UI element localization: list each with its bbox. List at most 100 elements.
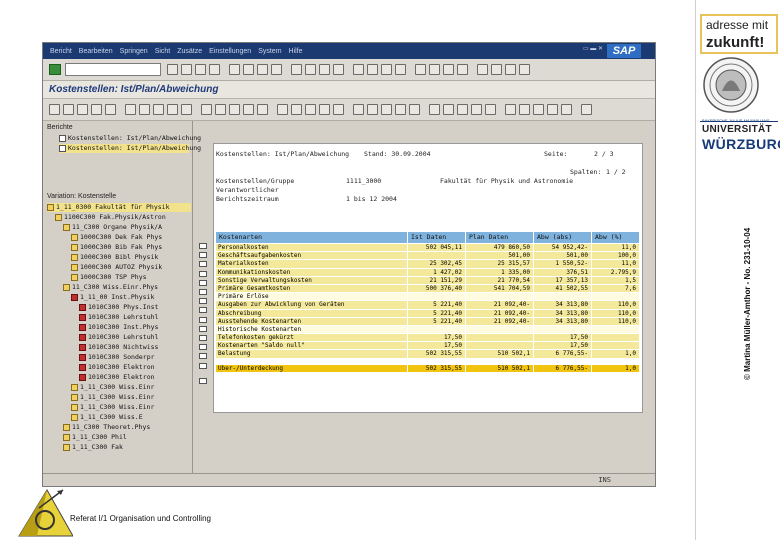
toolbar-icon[interactable] bbox=[457, 64, 468, 75]
tree-node[interactable]: 1010C300 Elektron bbox=[79, 373, 191, 382]
report-item-selected[interactable]: Kostenstellen: Ist/Plan/Abweichung bbox=[59, 144, 201, 153]
report-item[interactable]: Kostenstellen: Ist/Plan/Abweichung bbox=[59, 134, 201, 143]
window-controls[interactable]: ▭ ▬ ✕ bbox=[583, 45, 603, 52]
toolbar-icon[interactable] bbox=[409, 104, 420, 115]
toolbar-icon[interactable] bbox=[181, 64, 192, 75]
row-expand-icon[interactable] bbox=[199, 289, 207, 295]
tree-node[interactable]: 1000C300 AUTOZ Physik bbox=[71, 263, 191, 272]
toolbar-icon[interactable] bbox=[229, 64, 240, 75]
menu-item[interactable]: Springen bbox=[120, 48, 148, 55]
toolbar-icon[interactable] bbox=[139, 104, 150, 115]
row-expand-icon[interactable] bbox=[199, 279, 207, 286]
column-header[interactable]: Abw (%) bbox=[592, 232, 640, 243]
column-header[interactable]: Kostenarten bbox=[216, 232, 408, 243]
toolbar-icon[interactable] bbox=[353, 64, 364, 75]
toolbar-icon[interactable] bbox=[243, 104, 254, 115]
tree-node[interactable]: 1_11_C300 Phil bbox=[63, 433, 191, 442]
toolbar-icon[interactable] bbox=[291, 104, 302, 115]
tree-node[interactable]: 1010C300 Nichtwiss bbox=[79, 343, 191, 352]
toolbar-icon[interactable] bbox=[457, 104, 468, 115]
toolbar-icon[interactable] bbox=[209, 64, 220, 75]
table-row[interactable]: Geschäftsaufgabenkosten 501,00 501,00 100,0 bbox=[216, 252, 640, 261]
menu-item[interactable]: Sicht bbox=[155, 48, 171, 55]
toolbar-icon[interactable] bbox=[415, 64, 426, 75]
toolbar-icon[interactable] bbox=[547, 104, 558, 115]
toolbar-icon[interactable] bbox=[201, 104, 212, 115]
toolbar-icon[interactable] bbox=[305, 104, 316, 115]
toolbar-icon[interactable] bbox=[429, 104, 440, 115]
toolbar-icon[interactable] bbox=[257, 104, 268, 115]
row-expand-icon[interactable] bbox=[199, 243, 207, 249]
command-field[interactable] bbox=[65, 63, 161, 76]
toolbar-icon[interactable] bbox=[215, 104, 226, 115]
table-row[interactable]: Über-/Unterdeckung 502 315,55 510 502,1 6 7… bbox=[216, 364, 640, 373]
toolbar-icon[interactable] bbox=[505, 64, 516, 75]
table-row[interactable]: Ausgaben zur Abwicklung von Geräten 5 221… bbox=[216, 301, 640, 310]
row-expand-icon[interactable] bbox=[199, 362, 207, 369]
row-expand-icon[interactable] bbox=[199, 344, 207, 351]
toolbar-icon[interactable] bbox=[519, 104, 530, 115]
tree-node[interactable]: 1_11_00 Inst.Physik bbox=[71, 293, 191, 302]
toolbar-icon[interactable] bbox=[229, 104, 240, 115]
row-expand-icon[interactable] bbox=[199, 377, 207, 384]
toolbar-icon[interactable] bbox=[105, 104, 116, 115]
tree-node[interactable]: 1000C300 Bibl Physik bbox=[71, 253, 191, 262]
table-row[interactable]: Telefonkosten gekürzt 17,50 17,50 bbox=[216, 334, 640, 343]
tree-node[interactable]: 1_11_C300 Wiss.Einr bbox=[71, 383, 191, 392]
menu-item[interactable]: Einstellungen bbox=[209, 48, 251, 55]
table-row[interactable]: Primäre Erlöse bbox=[216, 293, 640, 302]
tree-node[interactable]: 1_11_C300 Fak bbox=[63, 443, 191, 452]
tree-node[interactable]: 1_11_C300 Wiss.Einr bbox=[71, 403, 191, 412]
toolbar-icon[interactable] bbox=[505, 104, 516, 115]
table-row[interactable]: Historische Kostenarten bbox=[216, 325, 640, 335]
toolbar-icon[interactable] bbox=[333, 104, 344, 115]
tree-node[interactable]: 1_11_0300 Fakultät für Physik bbox=[47, 203, 191, 212]
toolbar-icon[interactable] bbox=[429, 64, 440, 75]
toolbar-icon[interactable] bbox=[561, 104, 572, 115]
toolbar-icon[interactable] bbox=[519, 64, 530, 75]
tree-node[interactable]: 11_C300 Organe Physik/A bbox=[63, 223, 191, 232]
table-row[interactable]: Materialkosten 25 302,45 25 315,57 1 550,52… bbox=[216, 260, 640, 269]
menu-item[interactable]: Bericht bbox=[50, 48, 72, 55]
menu-item[interactable]: Bearbeiten bbox=[79, 48, 113, 55]
row-expand-icon[interactable] bbox=[199, 270, 207, 277]
tree-node[interactable]: 1010C300 Phys.Inst bbox=[79, 303, 191, 312]
toolbar-icon[interactable] bbox=[491, 64, 502, 75]
toolbar-icon[interactable] bbox=[395, 64, 406, 75]
row-expand-icon[interactable] bbox=[199, 307, 207, 314]
tree-node[interactable]: 1100C300 Fak.Physik/Astron bbox=[55, 213, 191, 222]
toolbar-icon[interactable] bbox=[181, 104, 192, 115]
enter-icon[interactable] bbox=[49, 64, 61, 75]
toolbar-icon[interactable] bbox=[167, 64, 178, 75]
toolbar-icon[interactable] bbox=[277, 104, 288, 115]
toolbar-icon[interactable] bbox=[153, 104, 164, 115]
toolbar-icon[interactable] bbox=[125, 104, 136, 115]
toolbar-icon[interactable] bbox=[77, 104, 88, 115]
row-expand-icon[interactable] bbox=[199, 298, 207, 305]
menu-item[interactable]: Hilfe bbox=[289, 48, 303, 55]
toolbar-icon[interactable] bbox=[243, 64, 254, 75]
tree-node[interactable]: 1010C300 Sonderpr bbox=[79, 353, 191, 362]
tree-node[interactable]: 1000C300 Dek Fak Phys bbox=[71, 233, 191, 242]
toolbar-icon[interactable] bbox=[367, 64, 378, 75]
table-row[interactable]: Abschreibung 5 221,40 21 092,40- 34 313,80 1… bbox=[216, 309, 640, 318]
tree-node[interactable]: 1010C300 Lehrstuhl bbox=[79, 313, 191, 322]
toolbar-icon[interactable] bbox=[485, 104, 496, 115]
toolbar-icon[interactable] bbox=[91, 104, 102, 115]
row-expand-icon[interactable] bbox=[199, 353, 207, 360]
toolbar-icon[interactable] bbox=[195, 64, 206, 75]
row-expand-icon[interactable] bbox=[199, 252, 207, 259]
row-expand-icon[interactable] bbox=[199, 335, 207, 341]
toolbar-icon[interactable] bbox=[353, 104, 364, 115]
toolbar-icon[interactable] bbox=[581, 104, 592, 115]
menu-item[interactable]: Zusätze bbox=[177, 48, 202, 55]
toolbar-icon[interactable] bbox=[305, 64, 316, 75]
tree-node[interactable]: 1000C300 Bib Fak Phys bbox=[71, 243, 191, 252]
toolbar-icon[interactable] bbox=[319, 64, 330, 75]
toolbar-icon[interactable] bbox=[271, 64, 282, 75]
table-row[interactable]: Kommunikationskosten 1 427,02 1 335,00 376,… bbox=[216, 268, 640, 277]
tree-node[interactable]: 1_11_C300 Wiss.E bbox=[71, 413, 191, 422]
column-header[interactable]: Abw (abs) bbox=[534, 232, 592, 243]
tree-node[interactable]: 11_C300 Theoret.Phys bbox=[63, 423, 191, 432]
table-row[interactable]: Ausstehende Kostenarten 5 221,40 21 092,40… bbox=[216, 317, 640, 326]
